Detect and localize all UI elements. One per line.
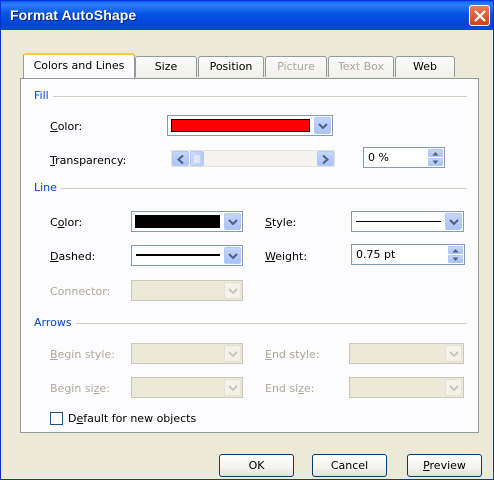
spin-up-button[interactable] <box>448 246 463 254</box>
tab-label: Size <box>154 60 178 73</box>
transparency-spinbox[interactable]: 0 % <box>363 147 445 168</box>
tab-label: Colors and Lines <box>33 59 125 72</box>
end-size-label: End size: <box>265 382 315 395</box>
begin-size-label: Begin size: <box>50 382 110 395</box>
line-style-preview <box>356 221 441 222</box>
fill-section-divider <box>51 96 467 97</box>
default-for-new-objects-checkbox[interactable] <box>50 412 63 425</box>
line-color-dropdown[interactable] <box>131 211 243 232</box>
fill-color-dropdown[interactable] <box>167 115 333 136</box>
tab-picture: Picture <box>265 56 327 77</box>
spin-down-button[interactable] <box>428 158 443 166</box>
end-size-dropdown-button <box>445 379 462 396</box>
weight-label: Weight: <box>265 250 308 263</box>
tab-label: Picture <box>277 60 315 73</box>
line-section-label: Line <box>34 181 61 194</box>
transparency-value[interactable]: 0 % <box>368 151 389 164</box>
begin-style-label: Begin style: <box>50 348 115 361</box>
line-style-dropdown-button[interactable] <box>445 213 462 230</box>
chevron-down-icon <box>449 351 459 358</box>
line-color-dropdown-button[interactable] <box>224 213 241 230</box>
line-style-label: Style: <box>265 216 297 229</box>
end-style-dropdown <box>349 343 464 364</box>
spin-up-button[interactable] <box>428 149 443 157</box>
window-title: Format AutoShape <box>10 7 137 23</box>
line-color-swatch <box>135 215 220 228</box>
arrow-up-icon <box>432 152 439 156</box>
preview-button-label: Preview <box>423 459 466 472</box>
chevron-down-icon <box>449 219 459 226</box>
tab-size[interactable]: Size <box>135 56 197 77</box>
transparency-slider[interactable] <box>171 150 335 167</box>
line-section-divider <box>53 188 467 189</box>
fill-section-label: Fill <box>34 89 53 102</box>
tab-text-box: Text Box <box>328 56 394 77</box>
chevron-left-icon <box>177 155 184 164</box>
end-style-dropdown-button <box>445 345 462 362</box>
arrow-down-icon <box>452 257 459 261</box>
preview-button[interactable]: Preview <box>407 454 482 477</box>
tab-web[interactable]: Web <box>395 56 455 77</box>
weight-spinbox[interactable]: 0.75 pt <box>351 244 465 265</box>
arrow-up-icon <box>452 249 459 253</box>
line-color-label: Color: <box>50 216 83 229</box>
chevron-down-icon <box>228 288 238 295</box>
tab-label: Position <box>209 60 253 73</box>
arrows-section-label: Arrows <box>34 316 76 329</box>
slider-right-button[interactable] <box>317 151 334 166</box>
tab-label: Web <box>413 60 437 73</box>
title-bar[interactable]: Format AutoShape <box>1 1 493 30</box>
fill-color-label: Color: <box>50 120 83 133</box>
spin-down-button[interactable] <box>448 255 463 263</box>
tab-label: Text Box <box>337 60 385 73</box>
tab-colors-and-lines[interactable]: Colors and Lines <box>23 53 135 78</box>
end-size-dropdown <box>349 377 464 398</box>
arrows-section-divider <box>67 323 467 324</box>
cancel-button[interactable]: Cancel <box>312 454 387 477</box>
end-style-label: End style: <box>265 348 320 361</box>
chevron-down-icon <box>228 351 238 358</box>
close-button[interactable] <box>469 5 490 26</box>
dashed-dropdown-button[interactable] <box>224 247 241 264</box>
format-autoshape-dialog: Format AutoShape Colors and Lines Size P… <box>0 0 494 480</box>
dashed-dropdown[interactable] <box>131 245 243 266</box>
line-style-dropdown[interactable] <box>351 211 464 232</box>
begin-style-dropdown-button <box>224 345 241 362</box>
slider-left-button[interactable] <box>172 151 189 166</box>
dashed-label: Dashed: <box>50 250 96 263</box>
chevron-right-icon <box>322 155 329 164</box>
chevron-down-icon <box>449 385 459 392</box>
slider-thumb[interactable] <box>190 151 204 166</box>
chevron-down-icon <box>228 385 238 392</box>
fill-color-swatch <box>171 119 310 132</box>
chevron-down-icon <box>228 253 238 260</box>
close-icon <box>474 10 486 22</box>
tab-position[interactable]: Position <box>198 56 264 77</box>
transparency-label: Transparency: <box>50 154 127 167</box>
grip-icon <box>194 155 200 163</box>
arrow-down-icon <box>432 160 439 164</box>
cancel-button-label: Cancel <box>330 459 369 472</box>
begin-size-dropdown-button <box>224 379 241 396</box>
dash-style-preview <box>136 254 220 256</box>
weight-value[interactable]: 0.75 pt <box>356 248 395 261</box>
default-for-new-objects-label[interactable]: Default for new objects <box>68 412 196 425</box>
chevron-down-icon <box>228 219 238 226</box>
begin-style-dropdown <box>131 343 243 364</box>
connector-dropdown-button <box>224 282 241 299</box>
ok-button[interactable]: OK <box>219 454 294 477</box>
ok-button-label: OK <box>248 459 265 472</box>
connector-label: Connector: <box>50 285 111 298</box>
begin-size-dropdown <box>131 377 243 398</box>
fill-color-dropdown-button[interactable] <box>314 117 331 134</box>
connector-dropdown <box>131 280 243 301</box>
chevron-down-icon <box>318 123 328 130</box>
